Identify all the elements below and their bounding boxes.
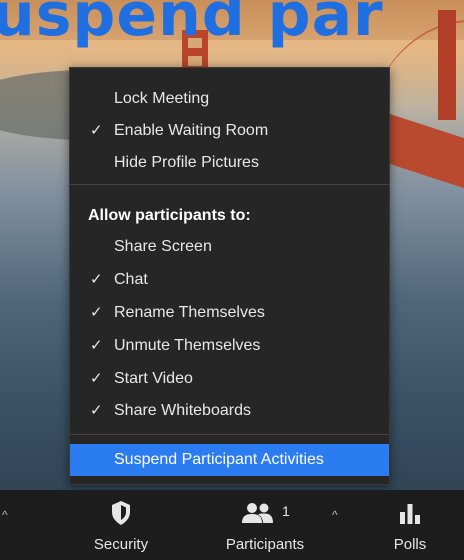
allow-participants-heading: Allow participants to: xyxy=(88,207,251,224)
shield-icon xyxy=(112,501,130,525)
checkmark-icon: ✓ xyxy=(90,402,103,419)
participants-label: Participants xyxy=(225,536,305,553)
security-label: Security xyxy=(93,536,149,553)
menu-item-enable-waiting-room[interactable]: ✓ Enable Waiting Room xyxy=(70,116,389,146)
polls-button[interactable]: Polls xyxy=(380,490,440,560)
menu-item-label: Hide Profile Pictures xyxy=(114,154,259,171)
security-button[interactable]: Security xyxy=(80,490,162,560)
participants-chevron-up-icon[interactable]: ^ xyxy=(332,508,338,522)
menu-divider xyxy=(70,434,389,435)
menu-item-label: Start Video xyxy=(114,370,193,387)
menu-item-share-screen[interactable]: Share Screen xyxy=(70,232,389,262)
menu-item-label: Enable Waiting Room xyxy=(114,122,269,139)
menu-item-label: Unmute Themselves xyxy=(114,337,261,354)
menu-item-label: Share Screen xyxy=(114,238,212,255)
menu-item-chat[interactable]: ✓ Chat xyxy=(70,265,389,295)
menu-item-label: Share Whiteboards xyxy=(114,402,251,419)
participants-button[interactable]: 1 Participants xyxy=(212,490,318,560)
menu-item-share-whiteboards[interactable]: ✓ Share Whiteboards xyxy=(70,396,389,426)
menu-item-unmute-themselves[interactable]: ✓ Unmute Themselves xyxy=(70,331,389,361)
meeting-toolbar: ^ Security 1 Participants ^ Polls xyxy=(0,490,464,560)
menu-item-hide-profile-pictures[interactable]: Hide Profile Pictures xyxy=(70,148,389,178)
menu-item-lock-meeting[interactable]: Lock Meeting xyxy=(70,84,389,114)
checkmark-icon: ✓ xyxy=(90,122,103,139)
checkmark-icon: ✓ xyxy=(90,370,103,387)
menu-divider xyxy=(70,184,389,185)
bridge-tower-near xyxy=(438,10,456,120)
participants-count: 1 xyxy=(282,503,290,519)
polls-label: Polls xyxy=(393,536,427,553)
menu-item-start-video[interactable]: ✓ Start Video xyxy=(70,364,389,394)
menu-item-label: Chat xyxy=(114,271,148,288)
menu-item-rename-themselves[interactable]: ✓ Rename Themselves xyxy=(70,298,389,328)
background-headline: uspend par xyxy=(0,0,384,50)
menu-item-label: Lock Meeting xyxy=(114,90,210,107)
checkmark-icon: ✓ xyxy=(90,337,103,354)
menu-item-label: Rename Themselves xyxy=(114,304,265,321)
suspend-participant-activities-item[interactable]: Suspend Participant Activities xyxy=(70,444,389,476)
chevron-up-icon[interactable]: ^ xyxy=(2,508,8,522)
checkmark-icon: ✓ xyxy=(90,271,103,288)
security-menu: Lock Meeting ✓ Enable Waiting Room Hide … xyxy=(69,67,390,485)
menu-item-label: Suspend Participant Activities xyxy=(114,451,324,468)
polls-icon xyxy=(400,504,420,524)
participants-icon xyxy=(242,503,273,523)
checkmark-icon: ✓ xyxy=(90,304,103,321)
